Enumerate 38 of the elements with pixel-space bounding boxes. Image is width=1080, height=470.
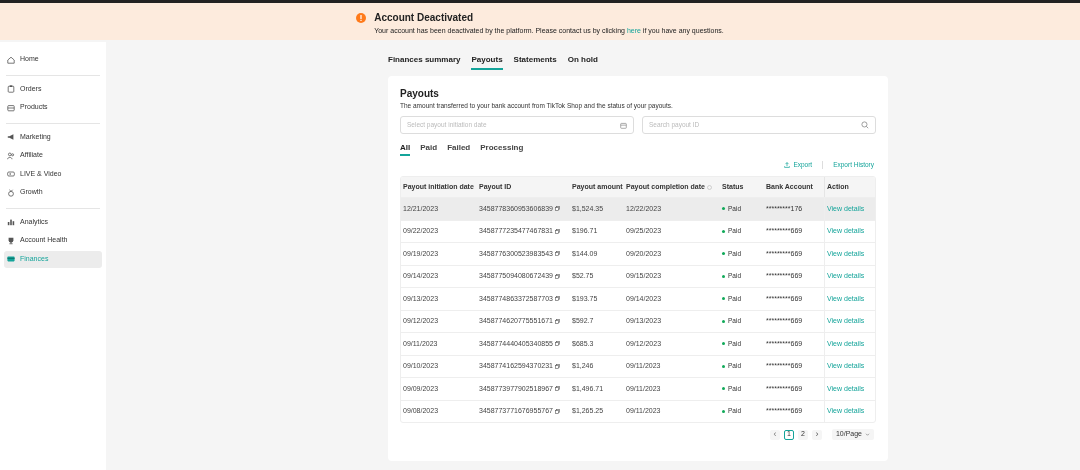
filter-tab[interactable]: Failed [447,142,471,156]
copy-icon[interactable] [554,341,560,347]
card-icon [7,255,15,263]
filter-tab[interactable]: Processing [480,142,524,156]
previous-page-button[interactable]: ‹ [769,429,780,440]
tab[interactable]: Statements [513,54,557,70]
card-title: Payouts [400,88,440,100]
copy-icon[interactable] [554,251,560,257]
tab[interactable]: Payouts [471,54,503,70]
copy-icon[interactable] [554,363,560,369]
filter-tab[interactable]: All [400,142,411,156]
warning-icon [356,13,367,23]
copy-icon[interactable] [554,273,560,279]
filter-tab[interactable]: Paid [420,142,438,156]
people-icon [7,151,15,160]
info-icon [706,184,712,190]
box-icon [7,103,15,112]
banner-title: Account Deactivated [374,11,475,24]
copy-icon[interactable] [554,228,560,234]
clipboard-icon [7,85,15,93]
next-page-button[interactable]: › [811,429,822,440]
copy-icon[interactable] [554,386,560,392]
video-icon [7,170,15,178]
bar-chart-icon [7,218,15,226]
copy-icon[interactable] [554,318,560,324]
tab[interactable]: Finances summary [388,54,461,70]
search-icon [861,121,869,129]
megaphone-icon [7,133,15,141]
caret-icon [865,432,870,437]
copy-icon[interactable] [554,206,560,212]
trophy-icon [7,236,15,245]
tab[interactable]: On hold [567,54,598,70]
home-icon [7,55,15,64]
copy-icon[interactable] [554,408,560,414]
upload-icon [784,162,791,168]
calendar-icon [620,121,627,129]
copy-icon[interactable] [554,296,560,302]
bag-icon [7,188,15,197]
